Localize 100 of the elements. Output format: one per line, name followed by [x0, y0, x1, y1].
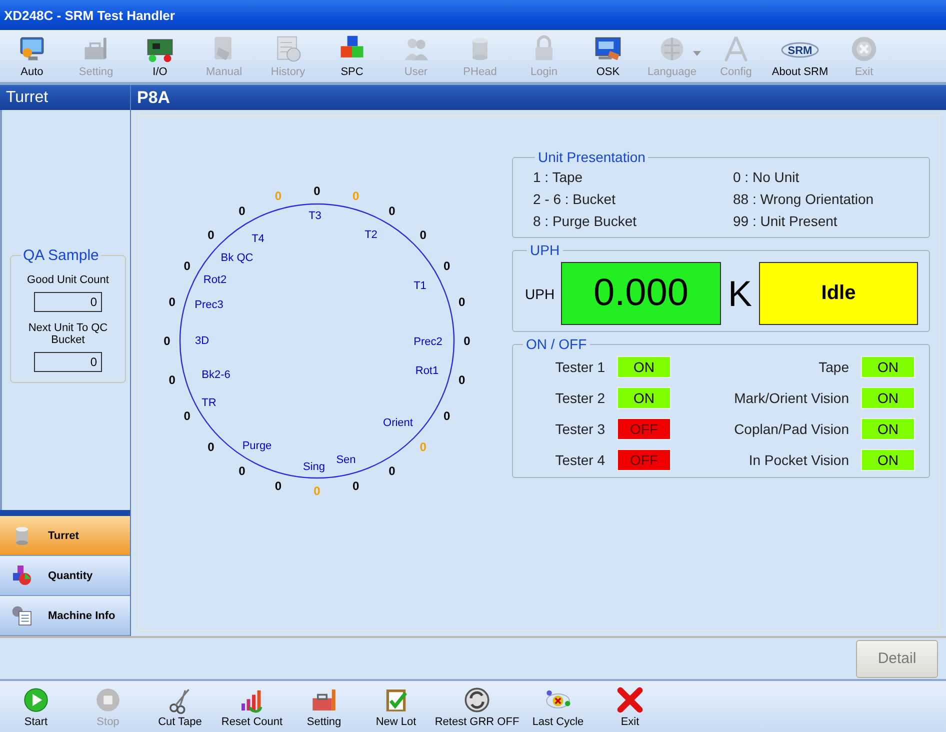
toolbar-button[interactable]: Start — [0, 686, 72, 728]
station-label: T2 — [364, 229, 378, 241]
setting-label: Tester 1 — [555, 359, 605, 375]
uph-value: 0.000 — [561, 262, 721, 325]
nav-item[interactable]: Quantity — [0, 556, 130, 596]
station-count: 0 — [388, 464, 396, 478]
station-label: Sen — [336, 454, 356, 466]
station-count: 0 — [238, 464, 246, 478]
station-count: 0 — [352, 478, 360, 493]
setting-label: Mark/Orient Vision — [734, 390, 849, 406]
station-count: 0 — [464, 334, 470, 348]
station-count: 0 — [184, 259, 190, 273]
station-label: Rot1 — [415, 365, 439, 377]
panel-title: Turret — [6, 88, 48, 106]
refresh-icon — [463, 686, 491, 714]
unit-label: K — [726, 272, 753, 314]
setting-label: Tester 2 — [555, 390, 605, 406]
station-count: 0 — [388, 204, 396, 218]
status-indicator: OFF — [617, 449, 671, 471]
station-label: Orient — [383, 417, 413, 429]
group-title: Unit Presentation — [537, 149, 646, 165]
group-title: QA Sample — [22, 247, 100, 264]
station-count: 0 — [168, 295, 176, 310]
toolbar-button[interactable]: Auto — [0, 34, 64, 82]
status-indicator: OFF — [617, 418, 671, 440]
status-indicator: ON — [861, 387, 915, 409]
station-count: 0 — [168, 372, 176, 387]
status-indicator: ON — [861, 418, 915, 440]
station-count: 0 — [420, 440, 426, 454]
detail-button[interactable]: Detail — [856, 640, 938, 678]
toolbar-button[interactable]: New Lot — [360, 686, 432, 728]
toolbar-button[interactable]: Setting — [288, 686, 360, 728]
station-label: 3D — [194, 335, 210, 347]
field-label: Next Unit To QC Bucket — [27, 322, 109, 346]
station-label: Purge — [242, 440, 272, 452]
station-label: Rot2 — [203, 274, 227, 286]
toolbar-button[interactable]: Cut Tape — [144, 686, 216, 728]
station-count: 0 — [164, 334, 170, 348]
setting-label: Tester 3 — [555, 421, 605, 437]
window-title: XD248C - SRM Test Handler — [4, 8, 175, 22]
count-field: 0 — [34, 352, 102, 372]
station-count: 0 — [444, 259, 450, 273]
status-indicator: ON — [617, 387, 671, 409]
toolbar-button[interactable]: Last Cycle — [522, 686, 594, 728]
uph-label: UPH — [525, 286, 556, 302]
station-label: TR — [202, 397, 216, 409]
setting-label: Coplan/Pad Vision — [734, 421, 849, 437]
toolbar-button[interactable]: Retest GRR OFF — [432, 686, 522, 728]
status-indicator: ON — [861, 356, 915, 378]
station-count: 0 — [274, 478, 282, 493]
station-label: T3 — [308, 210, 322, 222]
setting-label: In Pocket Vision — [748, 452, 849, 468]
toolbar-button[interactable]: Exit — [594, 686, 666, 728]
toolbar-button[interactable]: I/O — [128, 34, 192, 82]
station-count: 0 — [352, 189, 360, 204]
group-title: ON / OFF — [525, 336, 588, 352]
setting-label: Tester 4 — [555, 452, 605, 468]
field-label: Good Unit Count — [27, 274, 109, 286]
station-label: T4 — [252, 233, 264, 245]
station-label: Prec2 — [414, 336, 442, 348]
station-count: 0 — [274, 189, 282, 204]
status-indicator: ON — [617, 356, 671, 378]
station-count: 0 — [314, 184, 320, 198]
toolbar-button[interactable]: SPC — [320, 34, 384, 82]
legend-text: 88 : Wrong Orientation — [733, 191, 875, 207]
close-icon — [616, 686, 644, 714]
nav-item[interactable]: Turret — [0, 516, 130, 556]
toolbar-button[interactable]: OSK — [576, 34, 640, 82]
legend-text: 99 : Unit Present — [733, 213, 838, 229]
legend-text: 0 : No Unit — [733, 169, 800, 185]
legend-text: 2 - 6 : Bucket — [533, 191, 616, 207]
station-count: 0 — [444, 409, 450, 423]
station-count: 0 — [314, 484, 320, 498]
play-icon — [22, 686, 50, 714]
toolbar-button[interactable]: Reset Count — [216, 686, 288, 728]
status-indicator: ON — [861, 449, 915, 471]
stop-icon — [94, 686, 122, 714]
nav-item[interactable]: Machine Info — [0, 596, 130, 636]
station-count: 0 — [238, 204, 246, 218]
panel-title: P8A — [137, 88, 170, 108]
toolbar-button[interactable]: SRM About SRM — [768, 34, 832, 82]
station-count: 0 — [458, 372, 466, 387]
station-count: 0 — [208, 228, 214, 242]
station-label: T1 — [414, 280, 426, 292]
group-title: UPH — [529, 242, 561, 258]
setting-label: Tape — [818, 359, 849, 375]
cubes-icon — [10, 564, 34, 588]
station-label: Bk2-6 — [202, 369, 230, 381]
count-field: 0 — [34, 292, 102, 312]
station-count: 0 — [458, 295, 466, 310]
station-count: 0 — [420, 228, 426, 242]
station-label: Prec3 — [194, 299, 224, 311]
station-label: Bk QC — [220, 252, 254, 264]
legend-text: 1 : Tape — [533, 169, 584, 185]
station-count: 0 — [208, 440, 214, 454]
station-label: Sing — [302, 461, 326, 473]
legend-text: 8 : Purge Bucket — [533, 213, 638, 229]
splitter-handle[interactable] — [0, 510, 130, 516]
station-count: 0 — [184, 409, 190, 423]
close-icon — [849, 34, 879, 64]
